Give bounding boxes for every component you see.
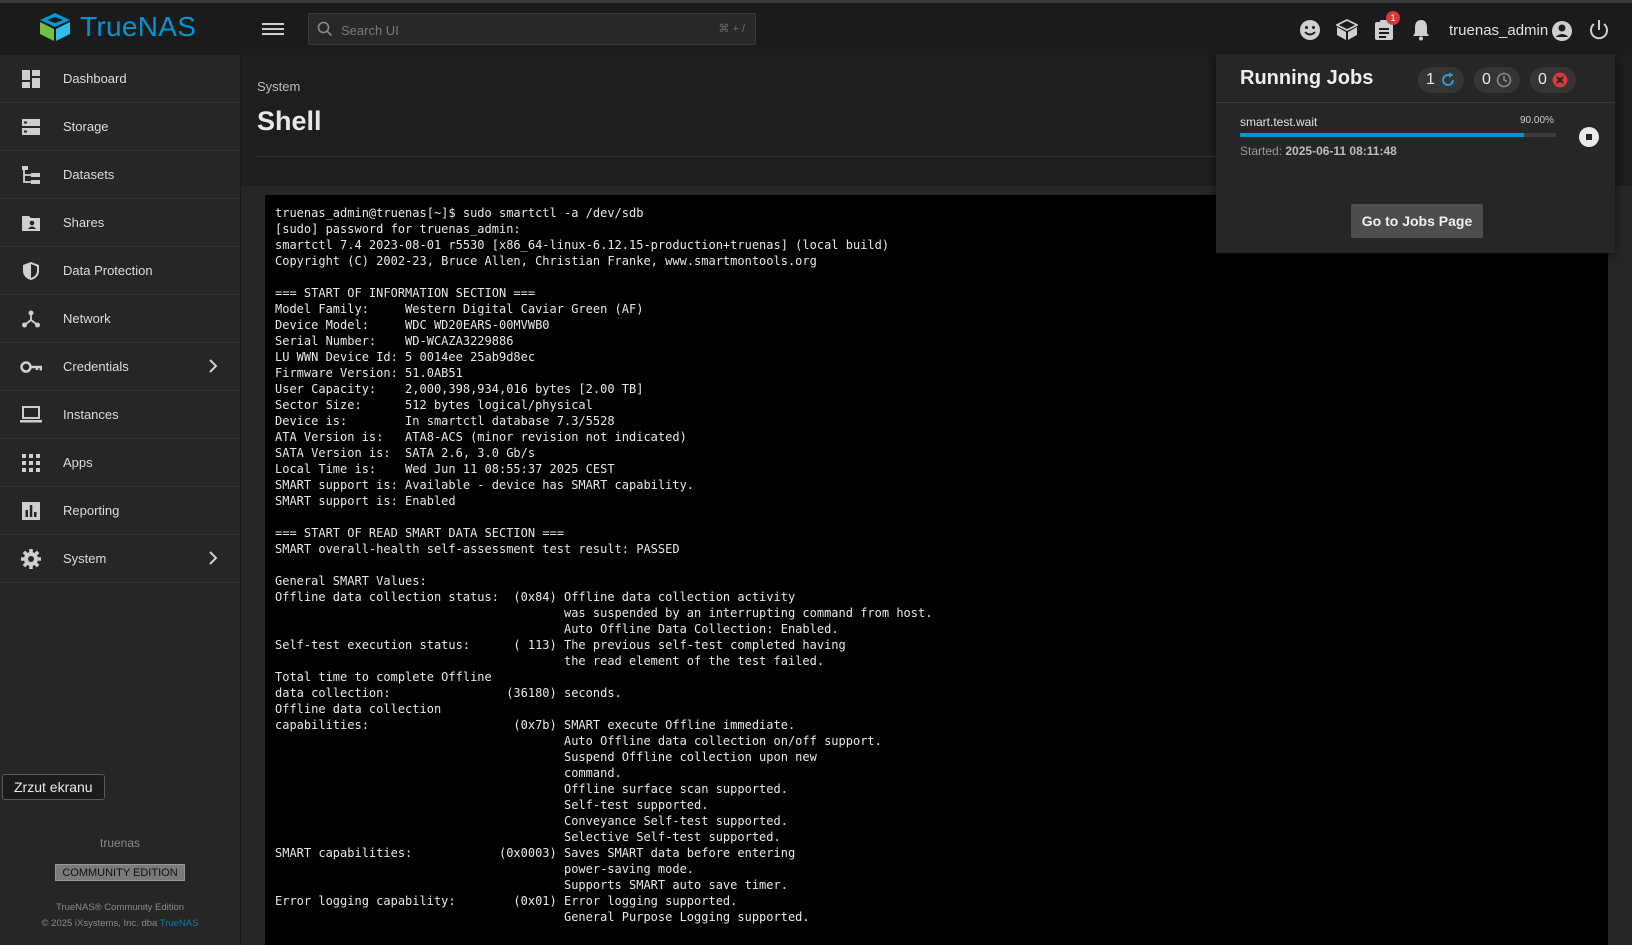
job-progress-label: 90.00%	[1520, 115, 1554, 126]
menu-toggle-button[interactable]	[262, 20, 284, 38]
sidebar-item-label: Network	[63, 311, 111, 326]
truecommand-button[interactable]	[1334, 17, 1360, 43]
waiting-count-value: 0	[1482, 71, 1491, 88]
hamburger-icon	[262, 23, 284, 25]
sidebar-item-data-protection[interactable]: Data Protection	[0, 247, 240, 295]
screenshot-tooltip: Zrzut ekranu	[2, 774, 105, 800]
apps-grid-icon	[20, 452, 42, 474]
account-circle-icon	[1552, 21, 1572, 41]
top-bar: TrueNAS ⌘ + /	[0, 3, 1632, 55]
running-jobs-panel: Running Jobs 1 0 0 smart.test.wait 90.00…	[1216, 54, 1615, 253]
breadcrumb[interactable]: System	[257, 79, 300, 94]
gear-icon	[20, 548, 42, 570]
clock-icon	[1496, 72, 1512, 88]
bell-icon	[1413, 20, 1429, 41]
power-icon	[1590, 20, 1608, 40]
sidebar-item-system[interactable]: System	[0, 535, 240, 583]
sidebar-item-label: Apps	[63, 455, 93, 470]
started-value: 2025-06-11 08:11:48	[1285, 144, 1397, 158]
feedback-button[interactable]	[1297, 17, 1323, 43]
reporting-icon	[20, 500, 42, 522]
truenas-logo[interactable]: TrueNAS	[38, 11, 196, 43]
sidebar-item-shares[interactable]: Shares	[0, 199, 240, 247]
sidebar-item-dashboard[interactable]: Dashboard	[0, 55, 240, 103]
key-icon	[20, 356, 42, 378]
edition-badge: COMMUNITY EDITION	[55, 864, 185, 881]
dashboard-icon	[20, 68, 42, 90]
footer-copyright: © 2025 iXsystems, Inc. dba TrueNAS	[0, 918, 240, 929]
go-to-jobs-page-button[interactable]: Go to Jobs Page	[1351, 204, 1483, 238]
sidebar-item-label: System	[63, 551, 107, 566]
chevron-right-icon	[208, 359, 218, 378]
job-abort-button[interactable]	[1579, 127, 1599, 147]
job-progress-fill	[1240, 133, 1525, 137]
chevron-right-icon	[208, 551, 218, 570]
job-progress-bar	[1240, 133, 1556, 137]
sidebar: Dashboard Storage Datasets Shares Data P…	[0, 55, 241, 945]
shield-icon	[20, 260, 42, 282]
sidebar-item-instances[interactable]: Instances	[0, 391, 240, 439]
sidebar-item-reporting[interactable]: Reporting	[0, 487, 240, 535]
terminal-output: truenas_admin@truenas[~]$ sudo smartctl …	[275, 206, 933, 924]
sidebar-item-datasets[interactable]: Datasets	[0, 151, 240, 199]
sidebar-item-network[interactable]: Network	[0, 295, 240, 343]
job-started: Started: 2025-06-11 08:11:48	[1240, 144, 1397, 158]
username-label: truenas_admin	[1449, 22, 1549, 39]
alerts-button[interactable]	[1408, 17, 1434, 43]
failed-count-value: 0	[1538, 71, 1547, 88]
jobs-button[interactable]: 1	[1371, 11, 1400, 43]
sidebar-item-label: Datasets	[63, 167, 115, 182]
error-icon	[1552, 72, 1568, 88]
sync-icon	[1441, 72, 1454, 86]
datasets-icon	[20, 164, 42, 186]
logo-text: TrueNAS	[80, 11, 197, 42]
sidebar-item-label: Reporting	[63, 503, 120, 518]
power-button[interactable]	[1588, 19, 1610, 46]
search-icon	[317, 21, 333, 37]
smiley-icon	[1300, 20, 1320, 40]
shares-icon	[20, 212, 42, 234]
truecommand-icon	[1336, 19, 1358, 40]
terminal-container: truenas_admin@truenas[~]$ sudo smartctl …	[241, 186, 1632, 945]
network-icon	[20, 308, 42, 330]
sidebar-item-storage[interactable]: Storage	[0, 103, 240, 151]
truenas-logo-icon	[40, 13, 70, 41]
user-menu-button[interactable]	[1551, 20, 1573, 47]
job-name: smart.test.wait	[1240, 115, 1318, 129]
sidebar-item-label: Shares	[63, 215, 105, 230]
footer-product: TrueNAS® Community Edition	[55, 902, 185, 913]
search-shortcut: ⌘ + /	[718, 23, 745, 35]
page-title: Shell	[257, 106, 322, 136]
sidebar-item-label: Instances	[63, 407, 119, 422]
failed-count[interactable]: 0	[1530, 67, 1576, 93]
laptop-icon	[20, 404, 42, 426]
shell-terminal[interactable]: truenas_admin@truenas[~]$ sudo smartctl …	[265, 195, 1608, 945]
sidebar-item-credentials[interactable]: Credentials	[0, 343, 240, 391]
running-count-value: 1	[1426, 71, 1435, 88]
search-box[interactable]: ⌘ + /	[308, 13, 756, 45]
search-input[interactable]	[339, 19, 703, 41]
started-label: Started:	[1240, 144, 1283, 158]
sidebar-item-label: Storage	[63, 119, 109, 134]
running-jobs-title: Running Jobs	[1240, 67, 1374, 89]
copyright-text: © 2025 iXsystems, Inc. dba	[41, 918, 160, 929]
hostname-label: truenas	[99, 836, 141, 850]
truenas-link[interactable]: TrueNAS	[160, 918, 199, 929]
sidebar-item-label: Credentials	[63, 359, 129, 374]
sidebar-item-label: Dashboard	[63, 71, 127, 86]
jobs-badge: 1	[1386, 11, 1400, 25]
storage-icon	[20, 116, 42, 138]
jobs-divider	[1216, 102, 1615, 103]
sidebar-item-label: Data Protection	[63, 263, 153, 278]
sidebar-item-apps[interactable]: Apps	[0, 439, 240, 487]
header-icons: 1	[1297, 11, 1445, 43]
running-count[interactable]: 1	[1418, 67, 1464, 93]
waiting-count[interactable]: 0	[1474, 67, 1520, 93]
